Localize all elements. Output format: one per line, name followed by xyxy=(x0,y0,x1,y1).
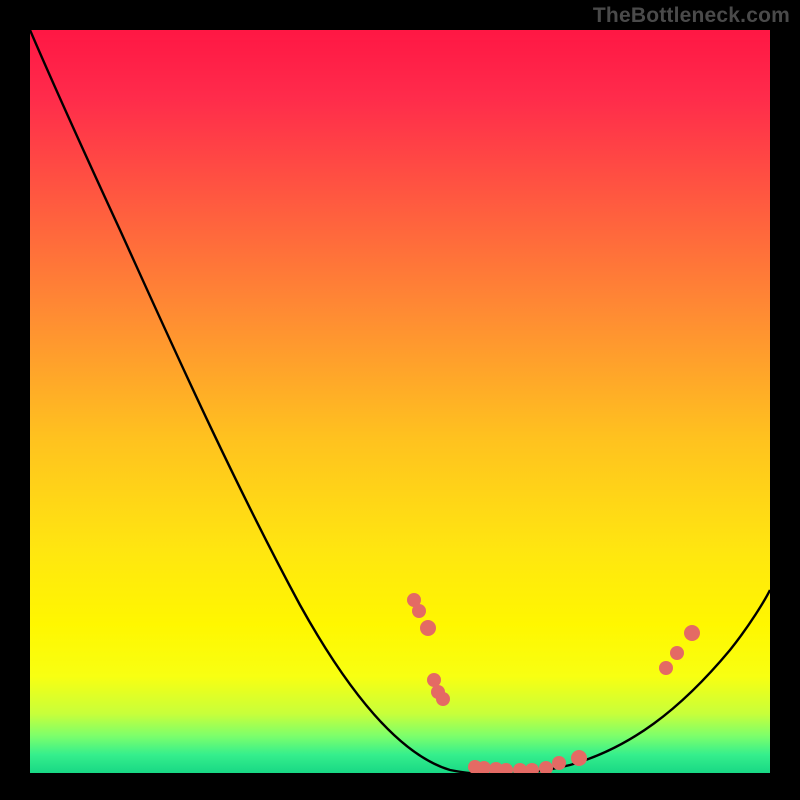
data-point xyxy=(670,646,684,660)
curve-layer xyxy=(30,30,770,773)
data-point xyxy=(571,750,587,766)
data-points xyxy=(407,593,700,773)
data-point xyxy=(539,761,553,773)
chart-frame: TheBottleneck.com xyxy=(0,0,800,800)
data-point xyxy=(420,620,436,636)
plot-area xyxy=(30,30,770,773)
data-point xyxy=(525,763,539,773)
data-point xyxy=(659,661,673,675)
bottleneck-curve xyxy=(30,30,770,773)
data-point xyxy=(427,673,441,687)
data-point xyxy=(684,625,700,641)
data-point xyxy=(552,756,566,770)
data-point xyxy=(436,692,450,706)
data-point xyxy=(412,604,426,618)
watermark-text: TheBottleneck.com xyxy=(593,4,790,28)
data-point xyxy=(513,763,527,773)
